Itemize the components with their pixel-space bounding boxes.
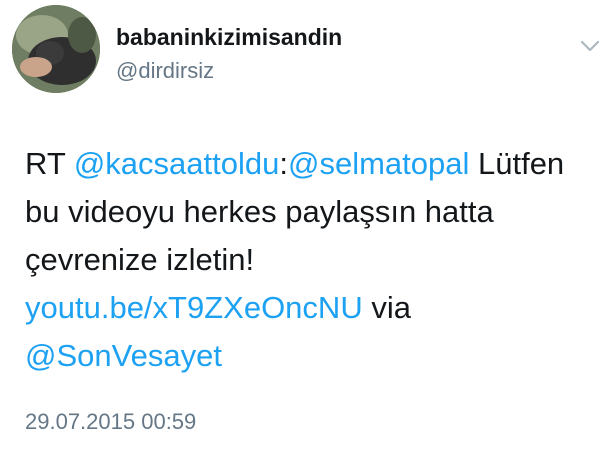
tweet-text-line: çevrenize izletin! <box>25 242 255 277</box>
url-link[interactable]: youtu.be/xT9ZXeOncNU <box>25 290 363 325</box>
tweet-text-fragment: Lütfen <box>469 146 565 181</box>
tweet-text-line: @SonVesayet <box>25 332 605 380</box>
tweet-text-line: bu videoyu herkes paylaşsın hatta <box>25 194 494 229</box>
mention-link[interactable]: @SonVesayet <box>25 338 222 373</box>
retweet-prefix: RT <box>25 146 74 181</box>
tweet-text: RT @kacsaattoldu:@selmatopal Lütfen bu v… <box>25 140 605 380</box>
tweet-text-line: RT @kacsaattoldu:@selmatopal Lütfen <box>25 140 605 188</box>
mention-link[interactable]: @selmatopal <box>288 146 469 181</box>
mention-link[interactable]: @kacsaattoldu <box>74 146 280 181</box>
avatar[interactable] <box>12 5 100 93</box>
via-text: via <box>362 290 411 325</box>
user-handle[interactable]: @dirdirsiz <box>116 58 214 84</box>
chevron-down-icon[interactable] <box>578 34 602 58</box>
display-name[interactable]: babaninkizimisandin <box>116 24 342 51</box>
colon-text: : <box>279 146 288 181</box>
tweet-card: babaninkizimisandin @dirdirsiz RT @kacsa… <box>0 0 616 455</box>
tweet-text-line: youtu.be/xT9ZXeOncNU via <box>25 284 605 332</box>
timestamp[interactable]: 29.07.2015 00:59 <box>25 409 196 435</box>
